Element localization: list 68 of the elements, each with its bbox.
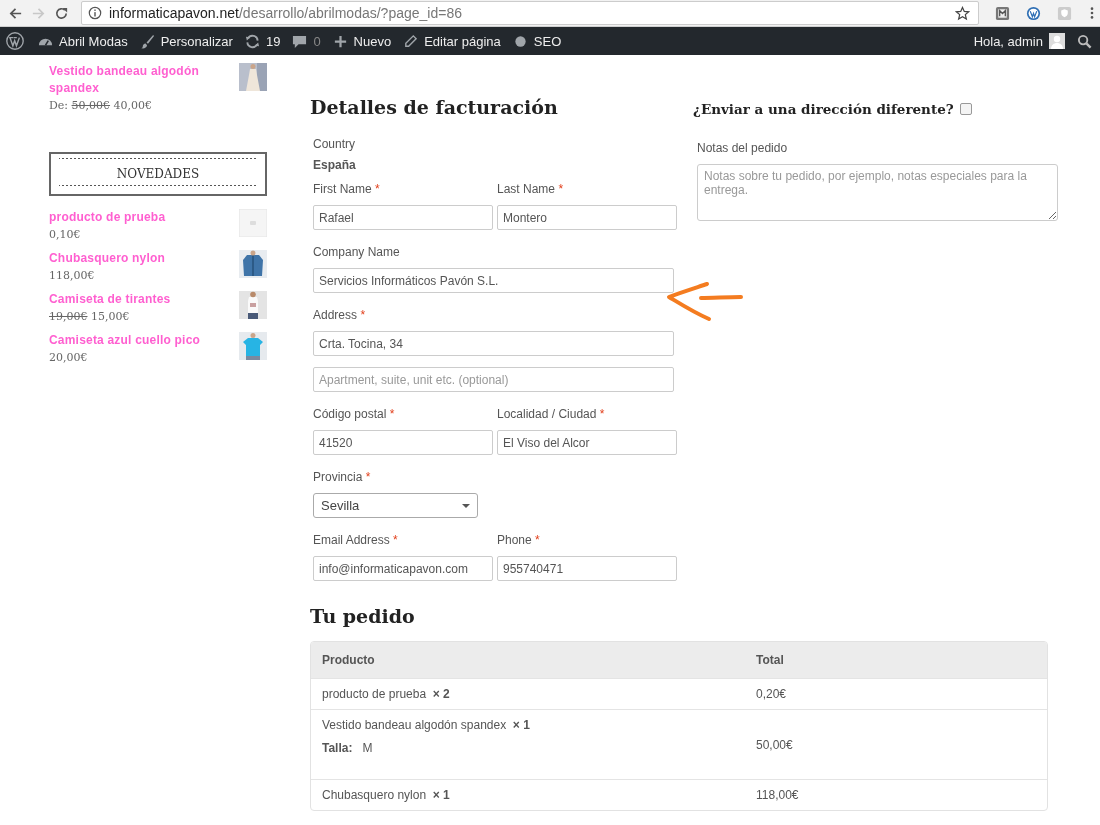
meta-value: M — [362, 741, 373, 755]
bookmark-star-icon[interactable] — [955, 5, 970, 21]
table-cell: 0,20€ — [756, 687, 787, 701]
product-price: 20,00€ — [49, 350, 89, 366]
field-label: Código postal * — [313, 407, 396, 422]
search-icon[interactable] — [1077, 33, 1092, 49]
toolbar-link[interactable]: SEO — [533, 33, 562, 49]
input-field[interactable]: Servicios Informáticos Pavón S.L. — [313, 268, 674, 293]
notes-field[interactable]: Notas sobre tu pedido, por ejemplo, notas especiales para la entrega. — [697, 164, 1058, 221]
menu-icon[interactable] — [1090, 6, 1094, 20]
greeting-link[interactable]: Hola, admin — [973, 33, 1043, 49]
section-heading: Tu pedido — [310, 604, 416, 628]
product-price: 0,10€ — [49, 227, 82, 243]
toolbar-link[interactable]: Nuevo — [353, 33, 392, 49]
field-label: Last Name * — [497, 182, 565, 197]
field-label: Provincia * — [313, 470, 372, 485]
input-field[interactable]: 955740471 — [497, 556, 677, 581]
wordpress-icon[interactable] — [1026, 5, 1041, 21]
input-field[interactable]: El Viso del Alcor — [497, 430, 677, 455]
section-heading: Detalles de facturación — [310, 95, 559, 119]
meta-label: Talla: — [322, 741, 353, 755]
circle-icon[interactable] — [512, 33, 528, 49]
field-label: Address * — [313, 308, 367, 323]
info-icon[interactable] — [88, 6, 102, 20]
field-label: Email Address * — [313, 533, 399, 548]
refresh-icon[interactable] — [244, 33, 260, 49]
count-link[interactable]: 19 — [265, 33, 281, 49]
table-cell: 50,00€ — [756, 737, 793, 752]
address-bar[interactable]: informaticapavon.net/desarrollo/abrilmodas/?page_id=86 — [81, 1, 979, 25]
field-label: Localidad / Ciudad * — [497, 407, 606, 422]
input-field[interactable]: info@informaticapavon.com — [313, 556, 493, 581]
count-link[interactable]: 0 — [313, 33, 321, 49]
toolbar-link[interactable]: Personalizar — [160, 33, 233, 49]
input-field[interactable]: 41520 — [313, 430, 493, 455]
product-price: 19,00€ 15,00€ — [49, 309, 131, 325]
input-field[interactable]: Crta. Tocina, 34 — [313, 331, 674, 356]
widget-title: NOVEDADES — [49, 152, 267, 196]
select-dropdown[interactable]: Sevilla — [313, 493, 478, 518]
checkbox[interactable] — [959, 103, 972, 115]
field-label: First Name * — [313, 182, 381, 197]
field-label: Phone * — [497, 533, 541, 548]
column-header: Producto — [321, 653, 376, 667]
comment-icon[interactable] — [292, 33, 308, 49]
column-header: Total — [755, 653, 784, 667]
product-price: De: 50,00€ 40,00€ — [49, 98, 154, 114]
toolbar-link[interactable]: Abril Modas — [59, 33, 128, 49]
table-cell: 118,00€ — [756, 788, 799, 802]
plus-icon[interactable] — [332, 33, 348, 49]
pencil-icon[interactable] — [403, 33, 419, 49]
reload-icon[interactable] — [54, 5, 69, 21]
field-value: España — [313, 158, 357, 172]
table-cell-text: Vestido bandeau algodón spandex × 1 — [322, 718, 531, 732]
field-label: Notas del pedido — [697, 141, 789, 156]
table-cell-text: Chubasquero nylon × 1 — [322, 788, 451, 802]
url-text: informaticapavon.net/desarrollo/abrilmodas/?page_id=86 — [109, 5, 462, 21]
table-cell-text: producto de prueba × 2 — [322, 687, 451, 701]
caret-icon — [462, 503, 470, 508]
toolbar-link[interactable]: Editar página — [424, 33, 501, 49]
field-label: Company Name — [313, 245, 401, 260]
input-field[interactable]: Montero — [497, 205, 677, 230]
wordpress-logo-icon[interactable] — [6, 32, 24, 50]
brush-icon[interactable] — [139, 33, 155, 49]
product-price: 118,00€ — [49, 268, 96, 284]
section-heading: ¿Enviar a una dirección diferente? — [693, 101, 954, 117]
field-label: Country — [313, 137, 357, 152]
input-field[interactable]: Apartment, suite, unit etc. (optional) — [313, 367, 674, 392]
input-field[interactable]: Rafael — [313, 205, 493, 230]
extension-icon[interactable] — [995, 5, 1010, 21]
